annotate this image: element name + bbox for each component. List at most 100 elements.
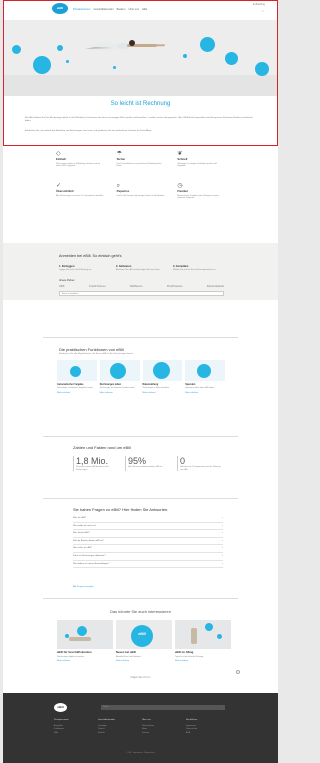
plus-icon: + [221, 517, 223, 519]
interest-card[interactable]: eBill Neues bei eBill Aktuelle News und … [116, 620, 172, 663]
hero-ball [33, 56, 51, 74]
interest-desc: Aktuelle News und Updates. [116, 655, 142, 658]
step-title: 2. Aktivieren [116, 265, 132, 268]
product-card[interactable]: Ratenzahlung Rechnungen in Raten bezahle… [142, 360, 183, 395]
step-title: 1. Einloggen [59, 265, 75, 268]
plus-icon: + [221, 524, 223, 527]
partner-logo[interactable]: PostFinance [167, 285, 182, 288]
scroll-top-button[interactable] [236, 670, 240, 674]
partner-logo[interactable]: Kantonalbank [207, 285, 224, 288]
bank-select[interactable]: Bank auswählen [59, 291, 224, 296]
plus-icon: + [221, 532, 223, 535]
footer-search-input[interactable]: Suche ⌕ [101, 705, 225, 710]
product-ball [197, 364, 212, 378]
faq-item[interactable]: Wie melde ich mich an? + [73, 523, 223, 531]
products-subtitle: Entdecken Sie alle Möglichkeiten, die Ih… [59, 353, 134, 355]
nav-item-hilfe[interactable]: Hilfe [142, 8, 147, 11]
login-link[interactable]: E-Banking [253, 3, 265, 6]
footer-search-placeholder: Suche [103, 706, 109, 708]
plus-icon: + [221, 562, 223, 565]
faq-question: Wie ändere ich meine Einstellungen? [73, 562, 110, 565]
step-desc: Melden Sie sich bei Ihren Rechnungsstell… [173, 269, 216, 272]
footer-link[interactable]: AGB [186, 732, 226, 736]
product-link[interactable]: Mehr erfahren [185, 392, 225, 395]
interest-link[interactable]: Mehr erfahren [116, 660, 172, 663]
nav-item-geschaeftskunden[interactable]: Geschäftskunden [93, 8, 113, 11]
faq-item[interactable]: Wie ändere ich meine Einstellungen? + [73, 561, 223, 569]
ebill-logo[interactable]: eBill [52, 3, 68, 14]
faq-all-link[interactable]: Alle Fragen anzeigen [73, 586, 94, 589]
interest-image: eBill [116, 620, 172, 649]
feature-item: ❦ Schnell Zahlungen in wenigen Sekunden … [177, 150, 226, 174]
product-card[interactable]: Rechnungen teilen Rechnungen mit anderen… [99, 360, 140, 395]
hero-ball [255, 62, 269, 76]
product-card[interactable]: Spenden Spenden einfach über eBill tätig… [185, 360, 225, 394]
product-desc: Spenden einfach über eBill tätigen. [185, 387, 215, 390]
interest-image [175, 620, 231, 649]
search-icon[interactable]: ⌕ [222, 706, 223, 709]
feature-title: Einfach [56, 157, 67, 161]
page: eBill Privatpersonen Geschäftskunden Ban… [0, 0, 281, 763]
interest-link[interactable]: Mehr erfahren [175, 660, 231, 663]
fact-item: 1,8 Mio. Personen nutzen eBill bereits f… [73, 456, 119, 472]
interest-card[interactable]: eBill im Alltag Tipps für eine einfache … [175, 620, 231, 663]
footer-copyright: © SIX · Impressum · Datenschutz [126, 752, 155, 754]
ebill-badge: eBill [138, 632, 146, 636]
interest-link[interactable]: Mehr erfahren [57, 660, 113, 663]
top-navigation: eBill Privatpersonen Geschäftskunden Ban… [3, 0, 278, 20]
faq-question: Kann ich Rechnungen ablehnen? [73, 554, 106, 557]
faq-question: Wie sicher ist eBill? [73, 547, 92, 550]
partner-logo[interactable]: Credit Suisse [89, 285, 106, 288]
partner-logo[interactable]: UBS [59, 285, 64, 288]
footer-link[interactable]: Hilfe [54, 732, 94, 736]
faq-item[interactable]: Wie sicher ist eBill? + [73, 545, 223, 553]
fact-item: 0 Gebühren für Privatpersonen bei der Nu… [177, 456, 223, 472]
feature-item: ◇ Einfach Rechnungen direkt im E-Banking… [56, 150, 105, 174]
products-title: Die praktischen Funktionen von eBill [59, 347, 124, 352]
feature-title: Schnell [177, 157, 188, 161]
fact-desc: Gebühren für Privatpersonen bei der Nutz… [180, 466, 221, 471]
partner-logo[interactable]: Raiffeisen [130, 285, 142, 288]
signup-steps-section: Anmelden bei eBill. So einfach geht's 1.… [3, 243, 278, 300]
footer-link[interactable]: Karriere [142, 732, 182, 736]
nav-item-privatpersonen[interactable]: Privatpersonen [73, 8, 90, 11]
partner-logos: UBS Credit Suisse Raiffeisen PostFinance… [59, 285, 224, 288]
feature-item: ◷ Flexibel Automatische Freigabe oder Za… [177, 182, 226, 206]
product-title: Automatische Freigabe [57, 383, 84, 386]
hero-ball [200, 37, 215, 52]
nav-item-ueber-uns[interactable]: Über uns [128, 8, 139, 11]
step-desc: Aktivieren Sie eBill und bestätigen Sie … [116, 269, 161, 272]
nav-item-banken[interactable]: Banken [117, 8, 126, 11]
facts-list: 1,8 Mio. Personen nutzen eBill bereits f… [73, 456, 223, 472]
product-card[interactable]: Automatische Freigabe Rechnungen automat… [57, 360, 97, 394]
footer-column-title: Über uns [142, 719, 151, 721]
faq-item[interactable]: Was ist eBill? + [73, 515, 223, 523]
product-ball [70, 366, 81, 377]
product-link[interactable]: Mehr erfahren [100, 392, 140, 395]
faq-question: Was kostet eBill? [73, 532, 90, 535]
interest-card[interactable]: eBill für Geschäftskunden Rechnungen dig… [57, 620, 113, 663]
hero-title: So leicht ist Rechnung [110, 101, 171, 107]
product-link[interactable]: Mehr erfahren [57, 392, 97, 395]
interest-ball [205, 623, 213, 631]
footer-column: Privatpersonen Anmelden Funktionen Hilfe [54, 719, 94, 736]
product-link[interactable]: Mehr erfahren [143, 392, 183, 395]
main-nav: Privatpersonen Geschäftskunden Banken Üb… [73, 8, 147, 11]
search-icon[interactable]: ⌕ [262, 9, 264, 14]
footer-logo[interactable]: eBill [54, 703, 67, 712]
footer-link[interactable]: Kontakt [98, 732, 138, 736]
interest-person [191, 628, 197, 644]
faq-item[interactable]: Was kostet eBill? + [73, 530, 223, 538]
faq-item[interactable]: Kann ich Rechnungen ablehnen? + [73, 553, 223, 561]
social-label: Folgen Sie uns [130, 676, 147, 679]
faq-title: Sie haben Fragen zu eBill? Hier finden S… [73, 507, 169, 512]
step-item: 2. Aktivieren Aktivieren Sie eBill und b… [116, 265, 167, 272]
feature-title: Flexibel [177, 189, 188, 193]
product-title: Rechnungen teilen [99, 383, 122, 386]
product-ball [109, 363, 126, 379]
social-links: Folgen Sie uns f in [3, 676, 278, 679]
faq-question: Was ist eBill? [73, 517, 87, 519]
linkedin-icon[interactable]: in [149, 676, 151, 679]
interest-ball [77, 626, 87, 636]
faq-item[interactable]: Welche Banken bieten eBill an? + [73, 538, 223, 546]
